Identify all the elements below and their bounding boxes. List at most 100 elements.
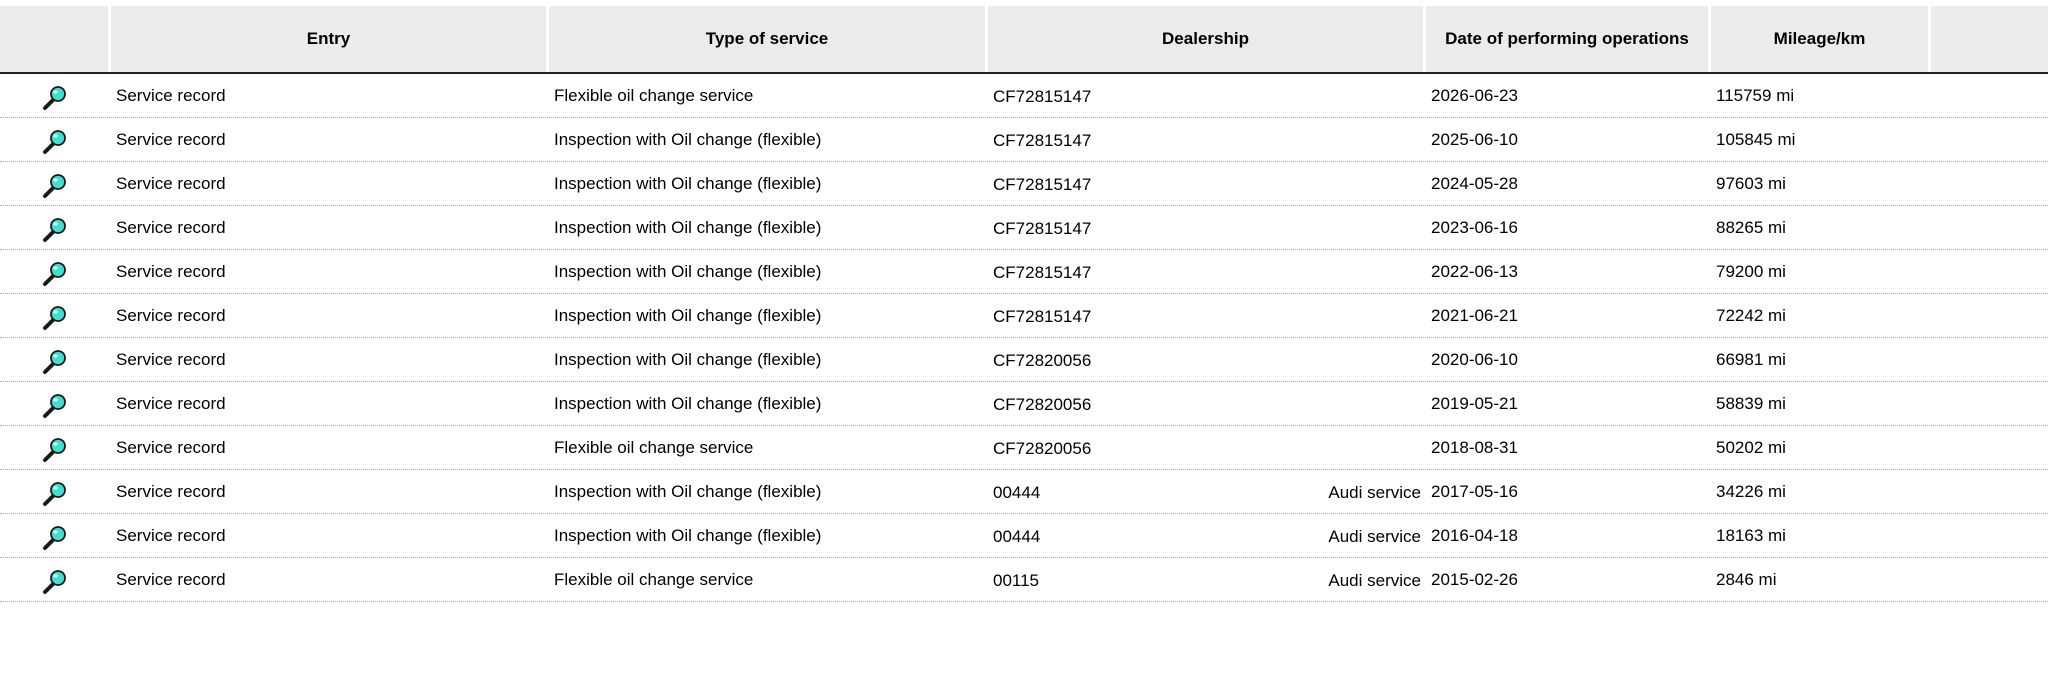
- mileage-cell: 72242 mi: [1716, 306, 1786, 325]
- dealer-code: CF72815147: [993, 307, 1092, 326]
- service-history-table: Entry Type of service Dealership Date of…: [0, 6, 2048, 602]
- view-cell: [0, 382, 111, 425]
- column-header-view: [0, 6, 111, 72]
- dealer-name: Audi service: [1328, 483, 1421, 502]
- magnifier-icon[interactable]: [40, 216, 68, 244]
- magnifier-icon[interactable]: [40, 260, 68, 288]
- extra-cell: [1931, 514, 2048, 557]
- entry-cell: Service record: [116, 438, 226, 457]
- type-of-service-cell: Inspection with Oil change (flexible): [554, 218, 822, 237]
- magnifier-icon[interactable]: [40, 436, 68, 464]
- dealer-code: CF72820056: [993, 439, 1092, 458]
- dealer-code: CF72815147: [993, 131, 1092, 150]
- type-of-service-cell: Inspection with Oil change (flexible): [554, 306, 822, 325]
- table-body: Service record Flexible oil change servi…: [0, 74, 2048, 602]
- entry-cell: Service record: [116, 262, 226, 281]
- column-header-type-of-service[interactable]: Type of service: [549, 6, 988, 72]
- view-cell: [0, 426, 111, 469]
- mileage-cell: 79200 mi: [1716, 262, 1786, 281]
- extra-cell: [1931, 250, 2048, 293]
- dealership-cell: CF72815147: [988, 294, 1426, 337]
- table-row: Service record Flexible oil change servi…: [0, 558, 2048, 602]
- table-row: Service record Inspection with Oil chang…: [0, 514, 2048, 558]
- mileage-cell: 58839 mi: [1716, 394, 1786, 413]
- extra-cell: [1931, 382, 2048, 425]
- dealer-code: 00444: [993, 527, 1041, 546]
- dealership-cell: 00444 Audi service: [988, 470, 1426, 513]
- entry-cell: Service record: [116, 306, 226, 325]
- mileage-cell: 88265 mi: [1716, 218, 1786, 237]
- column-header-entry[interactable]: Entry: [111, 6, 549, 72]
- mileage-cell: 34226 mi: [1716, 482, 1786, 501]
- magnifier-icon[interactable]: [40, 568, 68, 596]
- table-row: Service record Inspection with Oil chang…: [0, 470, 2048, 514]
- extra-cell: [1931, 470, 2048, 513]
- magnifier-icon[interactable]: [40, 172, 68, 200]
- entry-cell: Service record: [116, 130, 226, 149]
- magnifier-icon[interactable]: [40, 480, 68, 508]
- type-of-service-cell: Inspection with Oil change (flexible): [554, 394, 822, 413]
- type-of-service-cell: Flexible oil change service: [554, 86, 754, 105]
- view-cell: [0, 74, 111, 117]
- dealer-code: CF72815147: [993, 263, 1092, 282]
- view-cell: [0, 206, 111, 249]
- dealer-code: 00444: [993, 483, 1041, 502]
- column-header-dealership[interactable]: Dealership: [988, 6, 1426, 72]
- view-cell: [0, 514, 111, 557]
- dealer-code: 00115: [993, 571, 1040, 590]
- dealership-cell: CF72820056: [988, 426, 1426, 469]
- date-cell: 2016-04-18: [1431, 526, 1518, 545]
- column-header-mileage[interactable]: Mileage/km: [1711, 6, 1931, 72]
- mileage-cell: 115759 mi: [1716, 86, 1795, 105]
- date-cell: 2017-05-16: [1431, 482, 1518, 501]
- type-of-service-cell: Flexible oil change service: [554, 570, 754, 589]
- table-row: Service record Inspection with Oil chang…: [0, 162, 2048, 206]
- type-of-service-cell: Inspection with Oil change (flexible): [554, 130, 822, 149]
- extra-cell: [1931, 294, 2048, 337]
- table-row: Service record Inspection with Oil chang…: [0, 338, 2048, 382]
- date-cell: 2021-06-21: [1431, 306, 1518, 325]
- table-row: Service record Flexible oil change servi…: [0, 74, 2048, 118]
- column-header-date[interactable]: Date of performing operations: [1426, 6, 1711, 72]
- extra-cell: [1931, 426, 2048, 469]
- dealership-cell: CF72815147: [988, 250, 1426, 293]
- dealer-code: CF72815147: [993, 87, 1092, 106]
- dealership-cell: CF72815147: [988, 206, 1426, 249]
- mileage-cell: 2846 mi: [1716, 570, 1777, 589]
- dealership-cell: 00444 Audi service: [988, 514, 1426, 557]
- date-cell: 2020-06-10: [1431, 350, 1518, 369]
- type-of-service-cell: Inspection with Oil change (flexible): [554, 482, 822, 501]
- date-cell: 2015-02-26: [1431, 570, 1518, 589]
- entry-cell: Service record: [116, 218, 226, 237]
- view-cell: [0, 294, 111, 337]
- table-row: Service record Inspection with Oil chang…: [0, 118, 2048, 162]
- table-row: Service record Inspection with Oil chang…: [0, 382, 2048, 426]
- mileage-cell: 105845 mi: [1716, 130, 1796, 149]
- magnifier-icon[interactable]: [40, 392, 68, 420]
- magnifier-icon[interactable]: [40, 304, 68, 332]
- table-header: Entry Type of service Dealership Date of…: [0, 6, 2048, 74]
- view-cell: [0, 470, 111, 513]
- view-cell: [0, 162, 111, 205]
- dealer-code: CF72820056: [993, 395, 1092, 414]
- table-row: Service record Flexible oil change servi…: [0, 426, 2048, 470]
- dealership-cell: CF72820056: [988, 338, 1426, 381]
- dealer-code: CF72820056: [993, 351, 1092, 370]
- magnifier-icon[interactable]: [40, 348, 68, 376]
- view-cell: [0, 338, 111, 381]
- dealership-cell: CF72815147: [988, 162, 1426, 205]
- magnifier-icon[interactable]: [40, 84, 68, 112]
- date-cell: 2019-05-21: [1431, 394, 1518, 413]
- date-cell: 2018-08-31: [1431, 438, 1518, 457]
- entry-cell: Service record: [116, 174, 226, 193]
- extra-cell: [1931, 206, 2048, 249]
- magnifier-icon[interactable]: [40, 524, 68, 552]
- date-cell: 2022-06-13: [1431, 262, 1518, 281]
- extra-cell: [1931, 74, 2048, 117]
- mileage-cell: 97603 mi: [1716, 174, 1786, 193]
- dealership-cell: CF72815147: [988, 118, 1426, 161]
- mileage-cell: 66981 mi: [1716, 350, 1786, 369]
- magnifier-icon[interactable]: [40, 128, 68, 156]
- dealership-cell: CF72815147: [988, 74, 1426, 117]
- mileage-cell: 18163 mi: [1716, 526, 1786, 545]
